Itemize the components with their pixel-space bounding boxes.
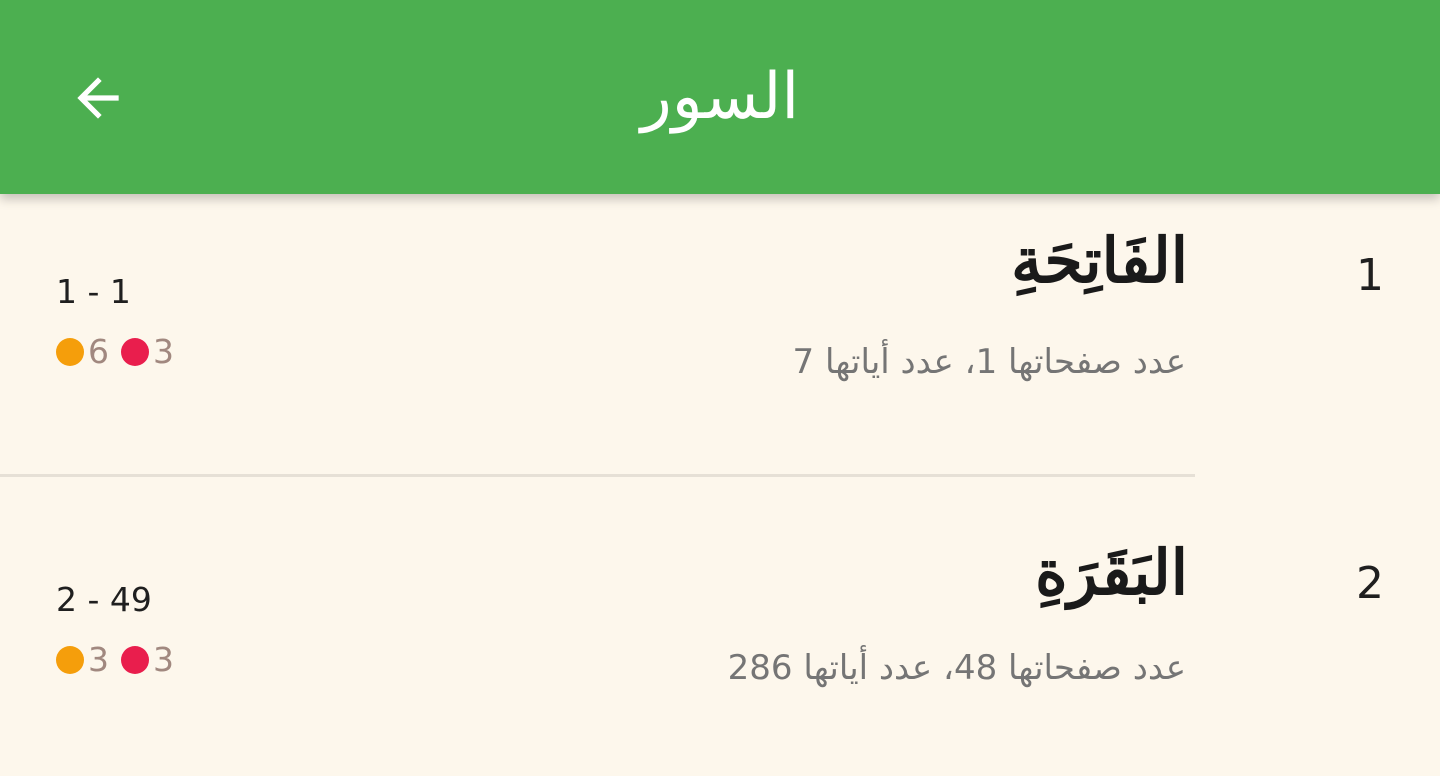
red-dot-icon	[121, 645, 149, 674]
sura-info: عدد صفحاتها 48، عدد أياتها 286	[727, 648, 1186, 688]
sura-row[interactable]: 2 البَقَرَةِ عدد صفحاتها 48، عدد أياتها …	[0, 476, 1440, 776]
page-title: السور	[640, 60, 800, 134]
sura-info: عدد صفحاتها 1، عدد أياتها 7	[792, 342, 1186, 382]
sura-name: الفَاتِحَةِ	[1011, 224, 1188, 297]
page-range: 1 - 1	[56, 272, 131, 311]
sura-number: 1	[1356, 250, 1384, 301]
app-bar: السور	[0, 0, 1440, 194]
arrow-back-icon	[77, 77, 119, 119]
red-dot-icon	[121, 337, 149, 366]
orange-count: 3	[88, 640, 109, 679]
app-screen: السور 1 الفَاتِحَةِ عدد صفحاتها 1، عدد أ…	[0, 0, 1440, 776]
page-range: 2 - 49	[56, 580, 152, 619]
orange-dot-icon	[56, 337, 84, 366]
red-count: 3	[153, 332, 174, 371]
sura-stats: 3 3	[56, 640, 174, 679]
sura-list: 1 الفَاتِحَةِ عدد صفحاتها 1، عدد أياتها …	[0, 194, 1440, 776]
sura-row[interactable]: 1 الفَاتِحَةِ عدد صفحاتها 1، عدد أياتها …	[0, 194, 1440, 477]
red-count: 3	[153, 640, 174, 679]
back-button[interactable]	[50, 50, 146, 146]
sura-name: البَقَرَةِ	[1035, 536, 1188, 609]
orange-count: 6	[88, 332, 109, 371]
sura-stats: 6 3	[56, 332, 174, 371]
sura-number: 2	[1356, 558, 1384, 609]
orange-dot-icon	[56, 645, 84, 674]
